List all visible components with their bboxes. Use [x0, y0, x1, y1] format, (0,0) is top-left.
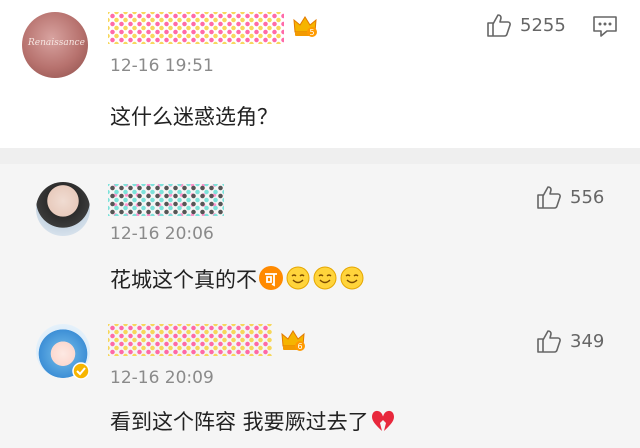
- timestamp: 12-16 20:09: [110, 368, 214, 388]
- timestamp: 12-16 20:06: [110, 224, 214, 244]
- comment-body: 花城这个真的不: [110, 268, 257, 292]
- comment-text: 这什么迷惑选角？: [110, 105, 278, 129]
- verified-badge-icon: [72, 362, 90, 380]
- crown-badge-icon: 6: [281, 330, 305, 351]
- crown-badge-icon: 5: [293, 16, 317, 37]
- broken-heart-emoji: [371, 410, 394, 431]
- like-count: 349: [570, 330, 605, 352]
- svg-text:5: 5: [309, 28, 314, 37]
- like-button[interactable]: 5255: [486, 12, 566, 38]
- like-count: 556: [570, 186, 605, 208]
- svg-text:6: 6: [297, 342, 302, 351]
- smile-emoji: [340, 266, 364, 290]
- comment-text: 看到这个阵容 我要厥过去了: [110, 406, 396, 436]
- avatar[interactable]: [36, 182, 90, 236]
- thumbs-up-icon: [537, 186, 561, 209]
- like-count: 5255: [520, 14, 566, 36]
- comment-list: Renaissance 5 12-16 19:51 这什么迷惑选角？ 5255 …: [0, 0, 640, 448]
- comment-item[interactable]: 12-16 20:06 花城这个真的不 556: [0, 164, 640, 306]
- avatar-label: Renaissance: [28, 38, 85, 48]
- smile-emoji: [313, 266, 337, 290]
- smile-emoji: [286, 266, 310, 290]
- comment-item[interactable]: Renaissance 5 12-16 19:51 这什么迷惑选角？ 5255: [0, 0, 640, 148]
- like-button[interactable]: 556: [536, 184, 604, 210]
- timestamp: 12-16 19:51: [110, 56, 214, 76]
- username-mosaic[interactable]: [108, 184, 224, 216]
- avatar[interactable]: Renaissance: [22, 12, 88, 78]
- username-mosaic[interactable]: [108, 12, 284, 44]
- comment-body: 看到这个阵容 我要厥过去了: [110, 410, 369, 434]
- comment-item[interactable]: 6 12-16 20:09 看到这个阵容 我要厥过去了 349: [0, 306, 640, 448]
- ke-emoji: [259, 266, 283, 290]
- thumbs-up-icon: [487, 14, 511, 37]
- username-mosaic[interactable]: [108, 324, 272, 356]
- comment-text: 花城这个真的不: [110, 264, 365, 294]
- divider: [0, 148, 640, 164]
- comment-bubble-icon[interactable]: [592, 14, 618, 38]
- thumbs-up-icon: [537, 330, 561, 353]
- like-button[interactable]: 349: [536, 328, 604, 354]
